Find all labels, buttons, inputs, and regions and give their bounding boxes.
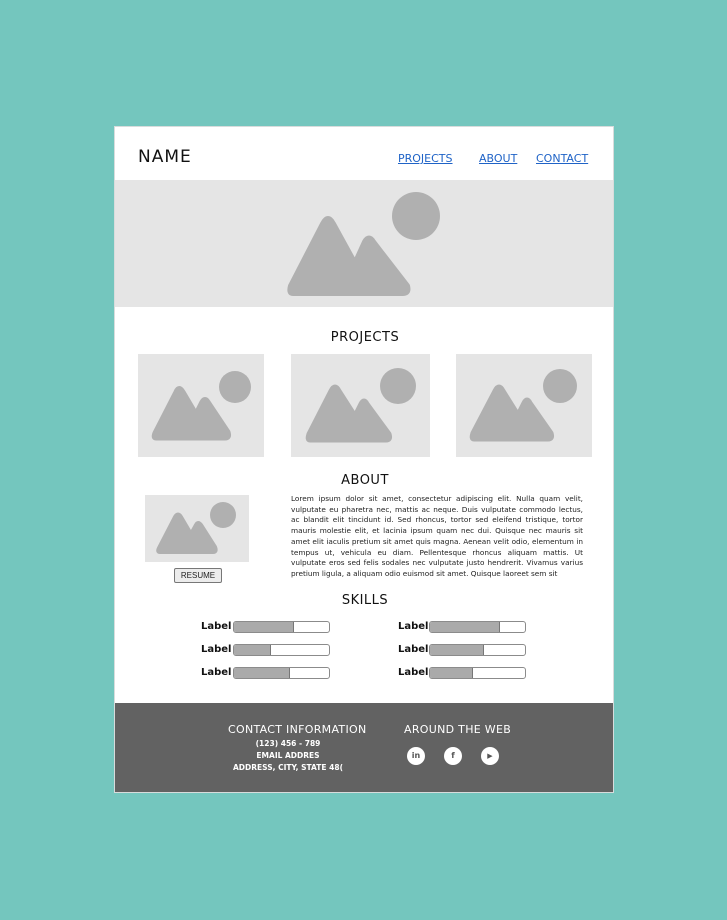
about-title: ABOUT [341,473,389,488]
site-name: NAME [138,147,192,167]
web-heading: AROUND THE WEB [404,723,512,736]
skill-bar-fill [234,622,294,632]
project-card-2[interactable] [291,354,430,457]
projects-title: PROJECTS [330,330,400,345]
hero-image [115,180,613,307]
linkedin-icon[interactable]: in [407,747,425,765]
contact-heading: CONTACT INFORMATION [228,723,367,736]
image-placeholder-icon [151,371,251,441]
skill-bar [233,644,330,656]
skill-label: Label [398,644,429,655]
facebook-icon[interactable]: f [444,747,462,765]
skills-title: SKILLS [341,593,389,608]
skill-label: Label [201,621,232,632]
skill-label: Label [201,644,232,655]
image-placeholder-icon [287,192,440,296]
contact-address: ADDRESS, CITY, STATE 48( [232,763,343,772]
skill-bar-fill [430,668,473,678]
skill-bar-fill [234,668,291,678]
image-placeholder-icon [469,369,577,442]
skill-bar [233,621,330,633]
skill-label: Label [201,667,232,678]
skill-label: Label [398,621,429,632]
skill-bar-fill [430,622,501,632]
image-placeholder-icon [156,502,236,554]
project-card-1[interactable] [138,354,264,457]
skill-bar [429,644,526,656]
contact-phone: (123) 456 - 789 [255,739,321,748]
skill-bar [233,667,330,679]
resume-button[interactable]: RESUME [174,568,222,583]
contact-email[interactable]: EMAIL ADDRES [203,751,373,760]
project-card-3[interactable] [456,354,592,457]
about-photo [145,495,249,562]
about-text: Lorem ipsum dolor sit amet, consectetur … [291,494,583,578]
footer: CONTACT INFORMATION (123) 456 - 789 EMAI… [115,703,613,792]
skill-bar [429,667,526,679]
skill-label: Label [398,667,429,678]
nav-link-contact[interactable]: CONTACT [536,152,588,165]
portfolio-page: NAME PROJECTS ABOUT CONTACT PROJECTS ABO… [114,126,614,793]
nav-link-projects[interactable]: PROJECTS [398,152,453,165]
skill-bar [429,621,526,633]
nav-link-about[interactable]: ABOUT [479,152,517,165]
skill-bar-fill [430,645,485,655]
header: NAME PROJECTS ABOUT CONTACT [115,127,613,180]
image-placeholder-icon [305,368,416,443]
skill-bar-fill [234,645,272,655]
youtube-icon[interactable]: ▶ [481,747,499,765]
